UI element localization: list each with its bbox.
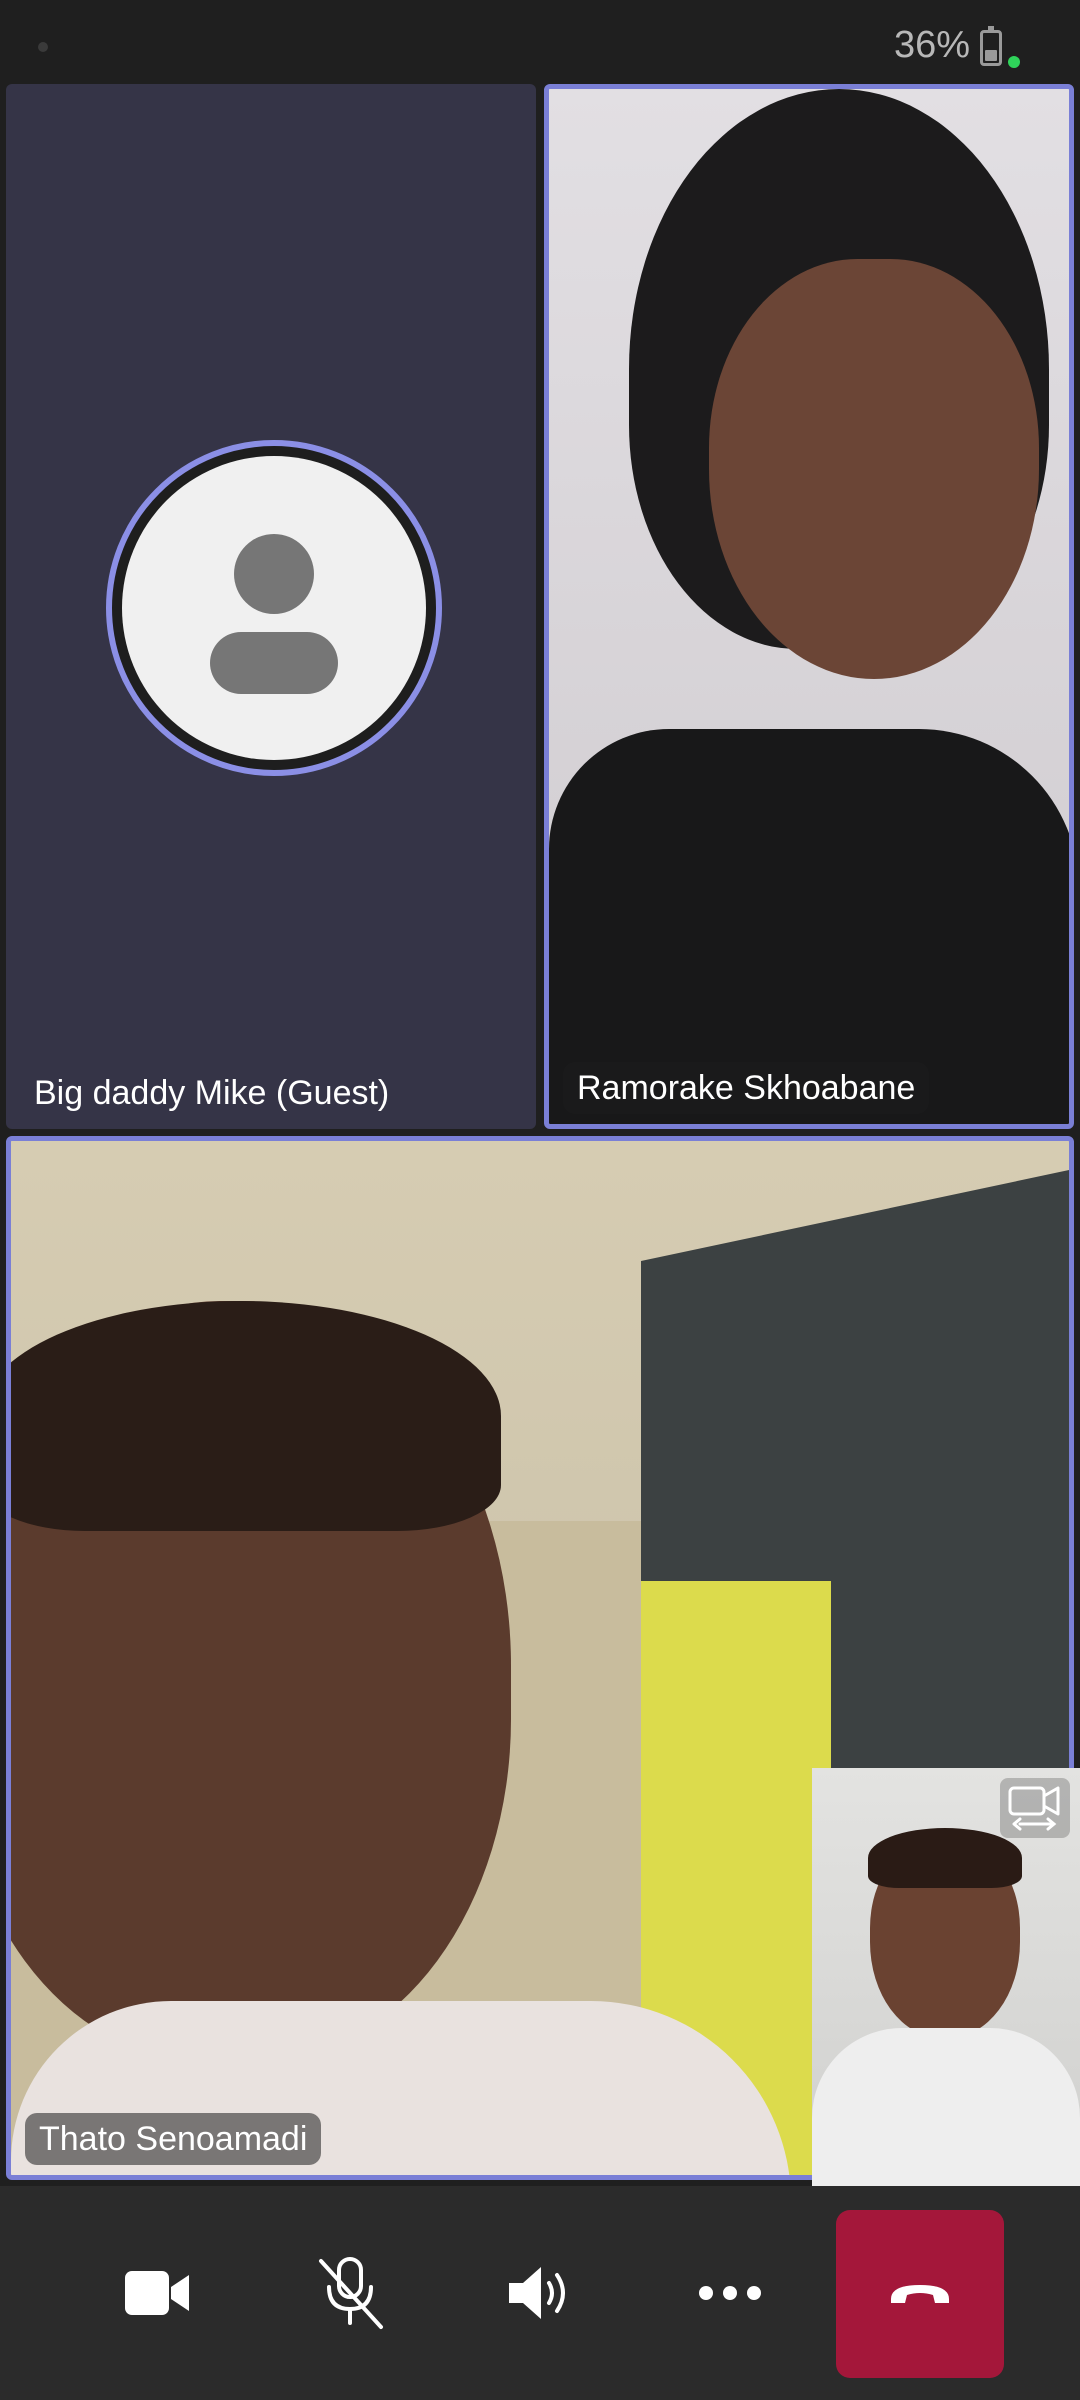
- participant-video: [549, 89, 1069, 1124]
- camera-in-use-indicator: [1008, 56, 1020, 68]
- meeting-screen: 36% Big daddy Mike (Guest) Ramorake Skho…: [0, 0, 1080, 2400]
- participant-name: Big daddy Mike (Guest): [34, 1074, 390, 1112]
- participant-name: Thato Senoamadi: [25, 2113, 322, 2165]
- hang-up-button[interactable]: [836, 2210, 1004, 2378]
- notification-dot: [38, 42, 48, 52]
- status-bar: 36%: [0, 0, 1080, 80]
- participant-tile-ramorake[interactable]: Ramorake Skhoabane: [544, 84, 1074, 1129]
- speaker-button[interactable]: [460, 2186, 620, 2400]
- speaker-icon: [509, 2267, 565, 2319]
- mute-toggle-button[interactable]: [270, 2186, 430, 2400]
- battery-icon: [980, 26, 1002, 66]
- video-toggle-button[interactable]: [78, 2186, 238, 2400]
- call-controls-bar: [0, 2186, 1080, 2400]
- participant-tile-big-daddy-mike[interactable]: Big daddy Mike (Guest): [6, 84, 536, 1129]
- self-view[interactable]: [812, 1768, 1080, 2186]
- hang-up-icon: [891, 2285, 949, 2303]
- microphone-muted-icon: [319, 2257, 383, 2329]
- more-options-icon: [699, 2286, 761, 2300]
- battery-percent: 36%: [893, 24, 970, 66]
- avatar: [106, 440, 442, 776]
- video-camera-icon: [125, 2271, 189, 2315]
- switch-camera-icon[interactable]: [1000, 1778, 1070, 1838]
- participant-name: Ramorake Skhoabane: [563, 1062, 930, 1114]
- more-options-button[interactable]: [650, 2186, 810, 2400]
- person-icon: [122, 456, 426, 760]
